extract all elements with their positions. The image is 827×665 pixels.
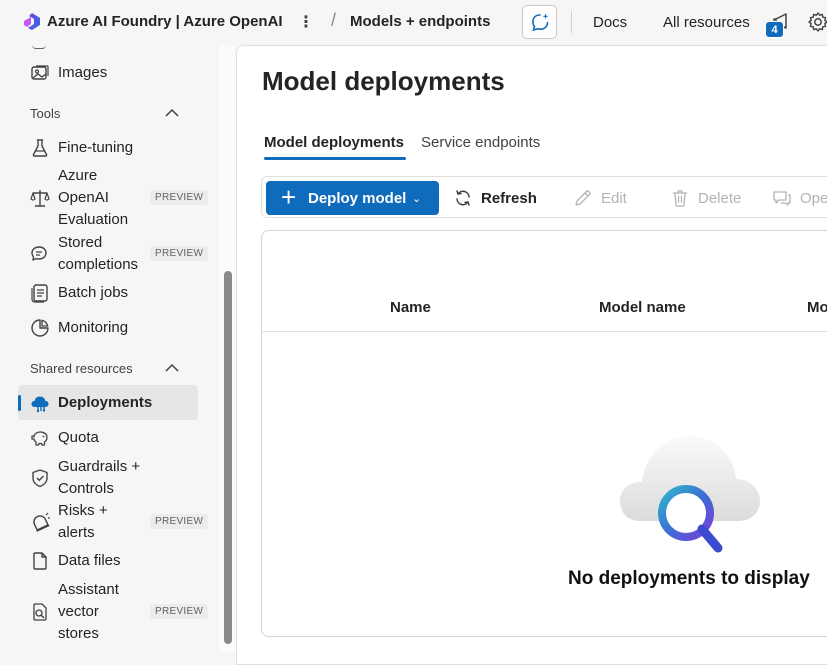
chat-icon bbox=[773, 191, 791, 206]
sidebar-item-data-files[interactable]: Data files bbox=[18, 550, 198, 572]
sidebar-item-label: Fine-tuning bbox=[58, 139, 134, 156]
trash-icon bbox=[673, 190, 687, 207]
preview-badge: PREVIEW bbox=[150, 190, 209, 205]
gear-icon[interactable] bbox=[807, 11, 827, 33]
more-options-button[interactable]: ⋮ bbox=[298, 12, 314, 32]
delete-label: Delete bbox=[698, 190, 742, 207]
preview-badge: PREVIEW bbox=[150, 514, 209, 529]
sidebar-item-label: OpenAI bbox=[58, 189, 109, 206]
shield-icon bbox=[32, 469, 48, 488]
sidebar-item-label: alerts bbox=[58, 524, 95, 541]
preview-badge: PREVIEW bbox=[150, 604, 209, 619]
sidebar-item-guardrails-controls[interactable]: Guardrails + Controls bbox=[18, 456, 198, 500]
deployments-table: Name Model name Mo No deployments to dis… bbox=[261, 230, 827, 637]
page-title: Model deployments bbox=[262, 66, 505, 96]
piggy-bank-icon bbox=[31, 431, 48, 446]
refresh-button[interactable]: Refresh bbox=[453, 181, 543, 215]
sidebar-scrollbar-thumb[interactable] bbox=[224, 271, 232, 644]
sidebar-item-monitoring[interactable]: Monitoring bbox=[18, 317, 198, 339]
vector-search-icon bbox=[33, 603, 47, 621]
sidebar-item-batch-jobs[interactable]: Batch jobs bbox=[18, 282, 198, 304]
scales-icon bbox=[30, 190, 50, 207]
sidebar-item-label: Assistant bbox=[58, 581, 119, 598]
flask-icon bbox=[32, 139, 48, 157]
sidebar-item-assistant-vector-stores[interactable]: Assistant vector stores PREVIEW bbox=[18, 579, 209, 645]
refresh-icon bbox=[456, 190, 470, 206]
deploy-model-button[interactable]: + Deploy model ⌄ bbox=[266, 181, 439, 215]
images-icon bbox=[31, 65, 49, 80]
sidebar-item-label: Guardrails + bbox=[58, 458, 141, 475]
chat-bubbles-icon bbox=[31, 246, 47, 261]
toolbar: + Deploy model ⌄ Refresh Edit Delete Ope bbox=[261, 176, 827, 218]
tab-active-indicator bbox=[264, 157, 406, 160]
copilot-icon bbox=[532, 13, 549, 32]
foundry-logo-icon bbox=[24, 13, 40, 30]
deploy-model-label: Deploy model bbox=[308, 190, 407, 207]
docs-link[interactable]: Docs bbox=[593, 14, 627, 31]
sidebar-item-label: Data files bbox=[58, 552, 121, 569]
sidebar-item-images[interactable]: Images bbox=[18, 62, 198, 84]
chevron-down-icon: ⌄ bbox=[412, 193, 422, 205]
sidebar-item-deployments[interactable]: Deployments bbox=[18, 385, 198, 420]
toolbar-divider bbox=[571, 11, 572, 33]
section-header-tools: Tools bbox=[30, 106, 61, 121]
delete-button[interactable]: Delete bbox=[670, 181, 750, 215]
section-header-shared-resources: Shared resources bbox=[30, 361, 133, 376]
all-resources-link[interactable]: All resources bbox=[663, 14, 750, 31]
sidebar-item-label: completions bbox=[58, 256, 139, 273]
sidebar-item-label: Azure bbox=[58, 167, 98, 184]
batch-icon bbox=[31, 284, 48, 303]
chevron-up-icon[interactable] bbox=[164, 108, 180, 118]
copilot-button[interactable] bbox=[522, 5, 557, 39]
column-header-name[interactable]: Name bbox=[390, 299, 431, 316]
sidebar-item-label: vector bbox=[58, 603, 99, 620]
edit-button[interactable]: Edit bbox=[573, 181, 643, 215]
preview-badge: PREVIEW bbox=[150, 246, 209, 261]
tab-service-endpoints[interactable]: Service endpoints bbox=[421, 134, 540, 151]
open-in-playground-button[interactable]: Ope bbox=[772, 181, 827, 215]
app-title[interactable]: Azure AI Foundry | Azure OpenAI bbox=[47, 13, 283, 30]
sidebar-item-stored-completions[interactable]: Stored completions PREVIEW bbox=[18, 232, 209, 276]
chevron-up-icon[interactable] bbox=[164, 363, 180, 373]
monitoring-icon bbox=[31, 319, 49, 337]
top-bar: Azure AI Foundry | Azure OpenAI ⋮ / Mode… bbox=[0, 0, 827, 45]
sidebar-item-label: Controls bbox=[58, 480, 114, 497]
sidebar-item-label: Stored bbox=[58, 234, 103, 251]
empty-state-cloud-search-icon bbox=[620, 436, 760, 553]
header-divider bbox=[262, 331, 827, 332]
notification-badge: 4 bbox=[765, 21, 784, 38]
main-panel: Model deployments Model deployments Serv… bbox=[236, 45, 827, 665]
sidebar-item-fine-tuning[interactable]: Fine-tuning bbox=[18, 137, 198, 159]
sidebar-item-risks-alerts[interactable]: Risks + alerts PREVIEW bbox=[18, 500, 209, 544]
column-header-model-name[interactable]: Model name bbox=[599, 299, 686, 316]
plus-icon: + bbox=[281, 182, 297, 212]
column-header-model-version[interactable]: Mo bbox=[807, 299, 827, 316]
scrolled-item-fragment bbox=[32, 45, 46, 49]
sidebar-item-label: Batch jobs bbox=[58, 284, 129, 301]
edit-label: Edit bbox=[601, 190, 627, 207]
empty-state-message: No deployments to display bbox=[568, 568, 810, 589]
deployments-icon bbox=[31, 396, 49, 413]
sidebar-item-label: Deployments bbox=[58, 394, 153, 411]
sidebar-item-azure-openai-evaluation[interactable]: Azure OpenAI Evaluation PREVIEW bbox=[18, 165, 209, 231]
sidebar: Images Tools Fine-tuning Azure OpenAI Ev… bbox=[0, 45, 235, 652]
open-label: Ope bbox=[800, 190, 827, 207]
breadcrumb-separator: / bbox=[331, 10, 337, 30]
pencil-icon bbox=[575, 190, 591, 206]
sidebar-item-quota[interactable]: Quota bbox=[18, 427, 198, 449]
sidebar-item-label: Monitoring bbox=[58, 319, 129, 336]
sidebar-item-label: Quota bbox=[58, 429, 99, 446]
document-icon bbox=[33, 552, 47, 570]
sidebar-item-label: Evaluation bbox=[58, 211, 129, 228]
sidebar-item-label: Risks + bbox=[58, 502, 108, 519]
breadcrumb[interactable]: Models + endpoints bbox=[350, 13, 490, 30]
sidebar-item-label: stores bbox=[58, 625, 99, 642]
tab-model-deployments[interactable]: Model deployments bbox=[264, 134, 404, 151]
refresh-label: Refresh bbox=[481, 190, 537, 207]
sidebar-item-label: Images bbox=[58, 64, 108, 81]
alert-icon bbox=[33, 512, 50, 532]
